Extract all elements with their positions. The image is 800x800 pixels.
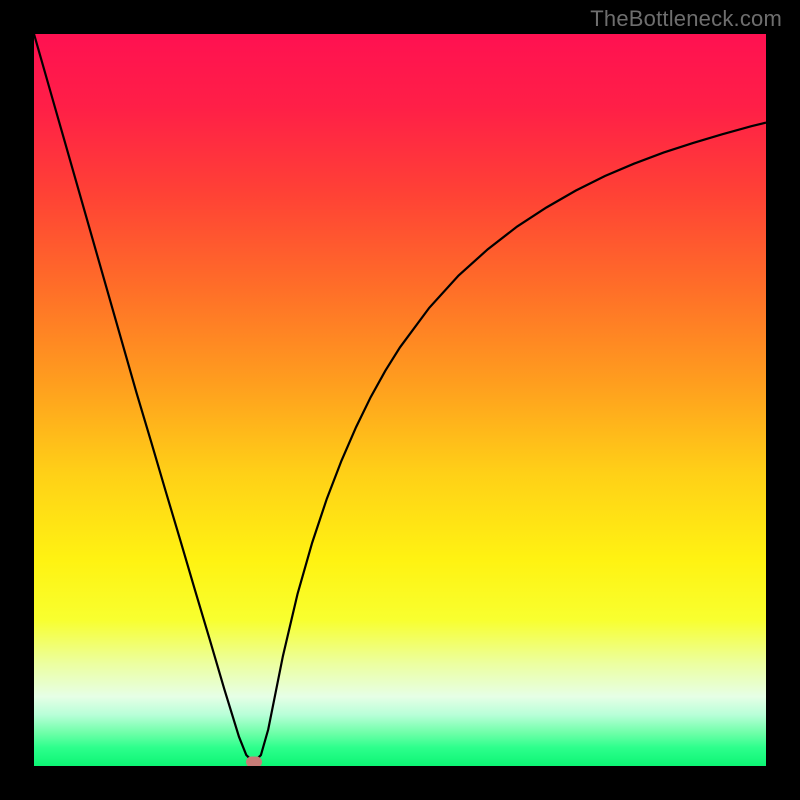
curve-layer — [34, 34, 766, 766]
chart-frame: TheBottleneck.com — [0, 0, 800, 800]
plot-area — [34, 34, 766, 766]
minimum-marker — [246, 757, 262, 766]
watermark-text: TheBottleneck.com — [590, 6, 782, 32]
bottleneck-curve — [34, 34, 766, 762]
